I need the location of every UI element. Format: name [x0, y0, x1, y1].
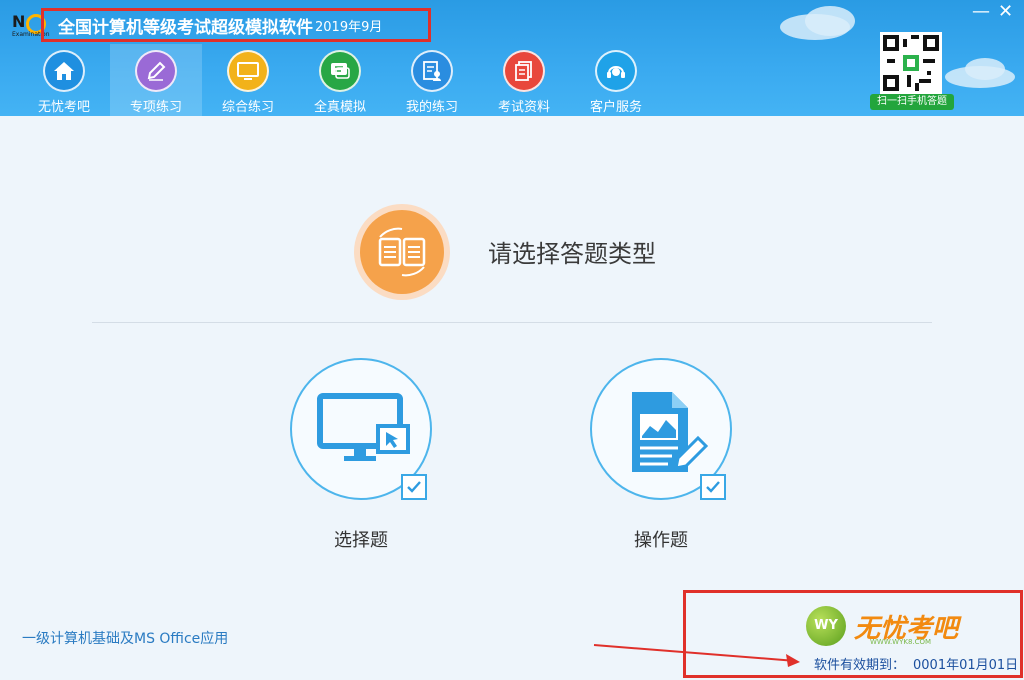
answer-type-icon — [354, 204, 450, 300]
brand-ball: WY — [806, 606, 846, 646]
nav-item-customer-service[interactable]: 客户服务 — [570, 44, 662, 116]
nav-item-comprehensive-practice[interactable]: 综合练习 — [202, 44, 294, 116]
validity-info: 软件有效期到： 0001年01月01日 — [814, 654, 1018, 673]
monitor-cursor-icon — [317, 393, 410, 461]
validity-label: 软件有效期到： — [814, 658, 906, 673]
nav-item-my-practice[interactable]: 我的练习 — [386, 44, 478, 116]
nav-item-home[interactable]: 无忧考吧 — [18, 44, 110, 116]
validity-date: 0001年01月01日 — [913, 658, 1019, 673]
brand-logo: WY 无忧考吧 WWW.WYK8.COM — [806, 606, 966, 646]
nav-label: 专项练习 — [129, 100, 182, 115]
nav-label: 综合练习 — [221, 100, 274, 115]
cloud-decoration — [965, 58, 1005, 80]
choice-multiple-choice-label[interactable]: 选择题 — [334, 526, 388, 552]
chat-icon — [319, 50, 361, 92]
qr-hint-label: 扫一扫手机答题 — [870, 94, 954, 110]
close-button[interactable]: ✕ — [998, 2, 1013, 22]
monitor-icon — [227, 50, 269, 92]
nav-item-special-practice[interactable]: 专项练习 — [110, 44, 202, 116]
home-icon — [43, 50, 85, 92]
nav-label: 我的练习 — [405, 100, 458, 115]
checkbox-icon — [700, 474, 726, 500]
document-user-icon — [411, 50, 453, 92]
document-chart-icon — [632, 392, 708, 472]
headset-icon — [595, 50, 637, 92]
qr-code — [880, 32, 942, 94]
choice-operation-label[interactable]: 操作题 — [634, 526, 688, 552]
checkbox-icon — [401, 474, 427, 500]
app-title-date: 2019年9月 — [315, 19, 383, 35]
cloud-decoration — [805, 6, 855, 36]
main-nav: 无忧考吧 专项练习 综合练习 全真模拟 我的练习 考试资料 客户服务 — [18, 44, 662, 116]
nav-item-mock-exam[interactable]: 全真模拟 — [294, 44, 386, 116]
brand-url: WWW.WYK8.COM — [870, 638, 932, 646]
pencil-icon — [135, 50, 177, 92]
exam-subject-link[interactable]: 一级计算机基础及MS Office应用 — [22, 628, 228, 648]
nav-label: 无忧考吧 — [37, 100, 90, 115]
files-icon — [503, 50, 545, 92]
nav-label: 客户服务 — [589, 100, 642, 115]
logo-letter: N — [12, 12, 26, 31]
nav-label: 全真模拟 — [313, 100, 366, 115]
answer-type-prompt: 请选择答题类型 — [488, 240, 656, 268]
minimize-button[interactable]: — — [972, 2, 990, 22]
app-title-highlight: 全国计算机等级考试超级模拟软件 2019年9月 — [41, 8, 431, 42]
title-bar: N Examination 全国计算机等级考试超级模拟软件 2019年9月 — … — [0, 0, 1024, 116]
nav-item-exam-materials[interactable]: 考试资料 — [478, 44, 570, 116]
nav-label: 考试资料 — [497, 100, 550, 115]
divider — [92, 322, 932, 323]
app-title: 全国计算机等级考试超级模拟软件 — [58, 17, 313, 38]
